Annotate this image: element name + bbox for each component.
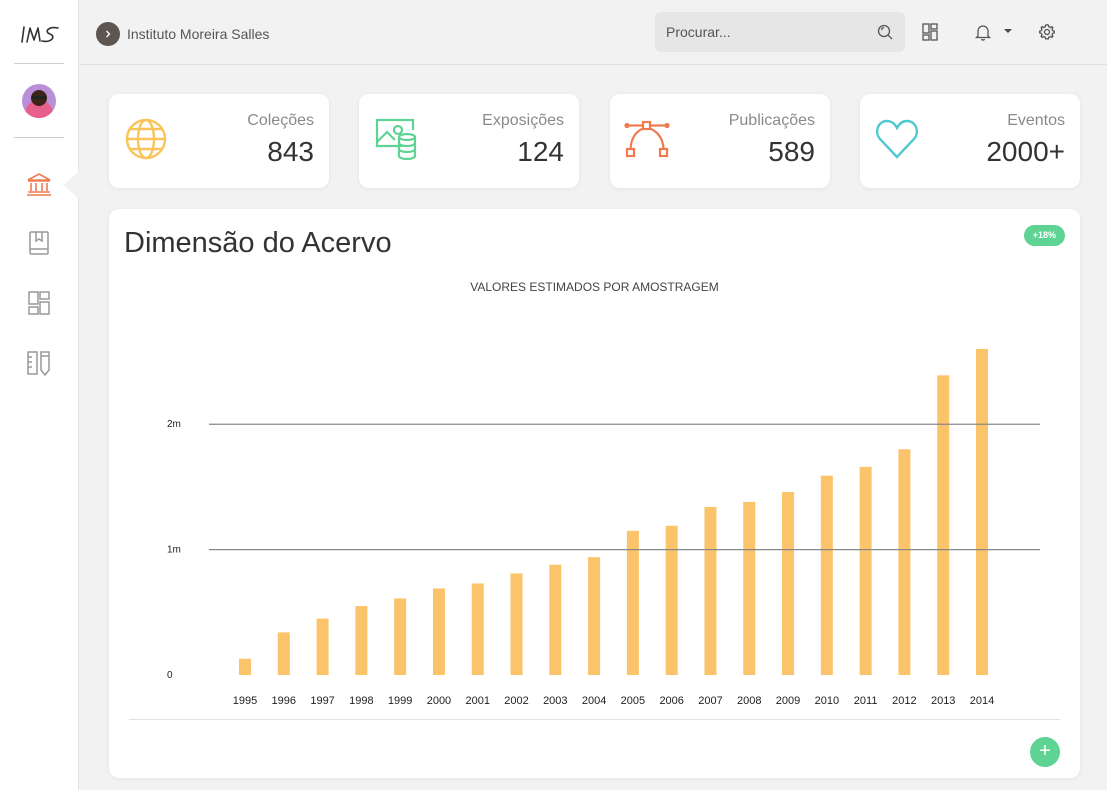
sidebar-divider [14,137,64,138]
sidebar-item-dashboard[interactable] [25,289,53,317]
institution-icon [27,173,51,196]
stat-label: Publicações [728,112,815,129]
chart-bar-2010 [820,475,833,675]
stat-label: Eventos [1007,112,1065,129]
x-tick-label: 2004 [582,695,606,707]
stat-card-exposicoes[interactable]: Exposições 124 [359,94,579,188]
book-icon [29,231,49,255]
chart-bar-2006 [665,525,678,675]
avatar[interactable] [22,84,56,118]
panel-divider [129,719,1060,720]
stat-value: 589 [768,136,815,167]
chart-panel: Dimensão do Acervo +18% VALORES ESTIMADO… [109,209,1080,778]
sidebar [0,0,79,790]
x-tick-label: 2000 [427,695,451,707]
chart-bar-2007 [704,506,717,675]
picture-database-icon [375,118,417,161]
breadcrumb[interactable]: Instituto Moreira Salles [127,26,269,42]
notifications-button[interactable] [973,22,993,42]
x-tick-label: 2009 [776,695,800,707]
bezier-curve-icon [624,120,670,158]
x-tick-label: 2003 [543,695,567,707]
x-tick-label: 1999 [388,695,412,707]
x-tick-label: 1996 [272,695,296,707]
search-icon[interactable] [877,24,893,40]
add-button[interactable]: + [1030,737,1060,767]
chart-bar-2003 [549,564,562,675]
x-tick-label: 2008 [737,695,761,707]
y-tick-label: 1m [167,545,181,556]
layout-icon [922,23,938,41]
notifications-dropdown[interactable] [998,21,1018,41]
chart-bar-2009 [782,491,795,675]
chart-bar-1996 [277,632,290,675]
search-box [655,12,905,52]
stat-value: 843 [267,136,314,167]
stat-value: 2000+ [986,136,1065,167]
search-input[interactable] [655,12,865,52]
x-tick-label: 2012 [892,695,916,707]
chart-bar-2004 [588,557,601,675]
sidebar-item-acervo[interactable] [25,170,53,198]
chart-bar-2001 [471,583,484,675]
bar-chart: 1995 1996 1997 1998 1999 2000 2001 2002 2003 2004… [167,349,1040,707]
sidebar-item-publicacoes[interactable] [25,229,53,257]
chart-bar-1998 [355,606,368,675]
chart-bar-2012 [898,449,911,675]
x-tick-label: 2013 [931,695,955,707]
stat-label: Coleções [247,112,314,129]
active-indicator [64,171,79,199]
stat-card-colecoes[interactable]: Coleções 843 [109,94,329,188]
topbar: Instituto Moreira Salles [79,0,1107,65]
stat-card-eventos[interactable]: Eventos 2000+ [860,94,1080,188]
x-tick-label: 2011 [854,695,878,707]
chevron-right-icon [106,30,111,38]
settings-button[interactable] [1037,22,1057,42]
x-tick-label: 1997 [310,695,334,707]
x-tick-label: 2010 [815,695,839,707]
ims-logo[interactable] [18,22,62,46]
y-tick-label: 0 [167,670,173,681]
chart-bar-2011 [859,466,872,675]
globe-icon [125,118,167,160]
caret-down-icon [1004,29,1012,33]
heart-icon [876,119,918,159]
dashboard-icon [28,291,50,315]
y-tick-label: 2m [167,419,181,430]
x-tick-label: 1995 [233,695,257,707]
x-tick-label: 2014 [970,695,994,707]
chart-bar-1997 [316,618,329,675]
x-tick-label: 2007 [698,695,722,707]
stat-label: Exposições [482,112,564,129]
chart-bar-2014 [976,349,988,675]
chart-bar-2005 [626,530,639,675]
x-tick-label: 2005 [621,695,645,707]
chart-bar-1995 [239,658,251,675]
ruler-pencil-icon [27,351,50,377]
sidebar-divider [14,63,64,64]
gear-icon [1039,24,1055,40]
chart-bar-2008 [743,501,756,675]
chart-bar-2013 [937,375,950,675]
x-tick-label: 2002 [504,695,528,707]
chart-bar-2002 [510,573,523,675]
x-tick-label: 1998 [349,695,373,707]
stat-value: 124 [517,136,564,167]
chart-bar-1999 [394,598,407,675]
x-tick-label: 2001 [465,695,489,707]
stat-card-publicacoes[interactable]: Publicações 589 [610,94,830,188]
sidebar-item-ferramentas[interactable] [25,349,53,377]
x-tick-label: 2006 [659,695,683,707]
chart-bar-2000 [432,588,445,675]
breadcrumb-toggle-button[interactable] [96,22,120,46]
layout-button[interactable] [920,22,940,42]
bell-icon [974,25,992,41]
